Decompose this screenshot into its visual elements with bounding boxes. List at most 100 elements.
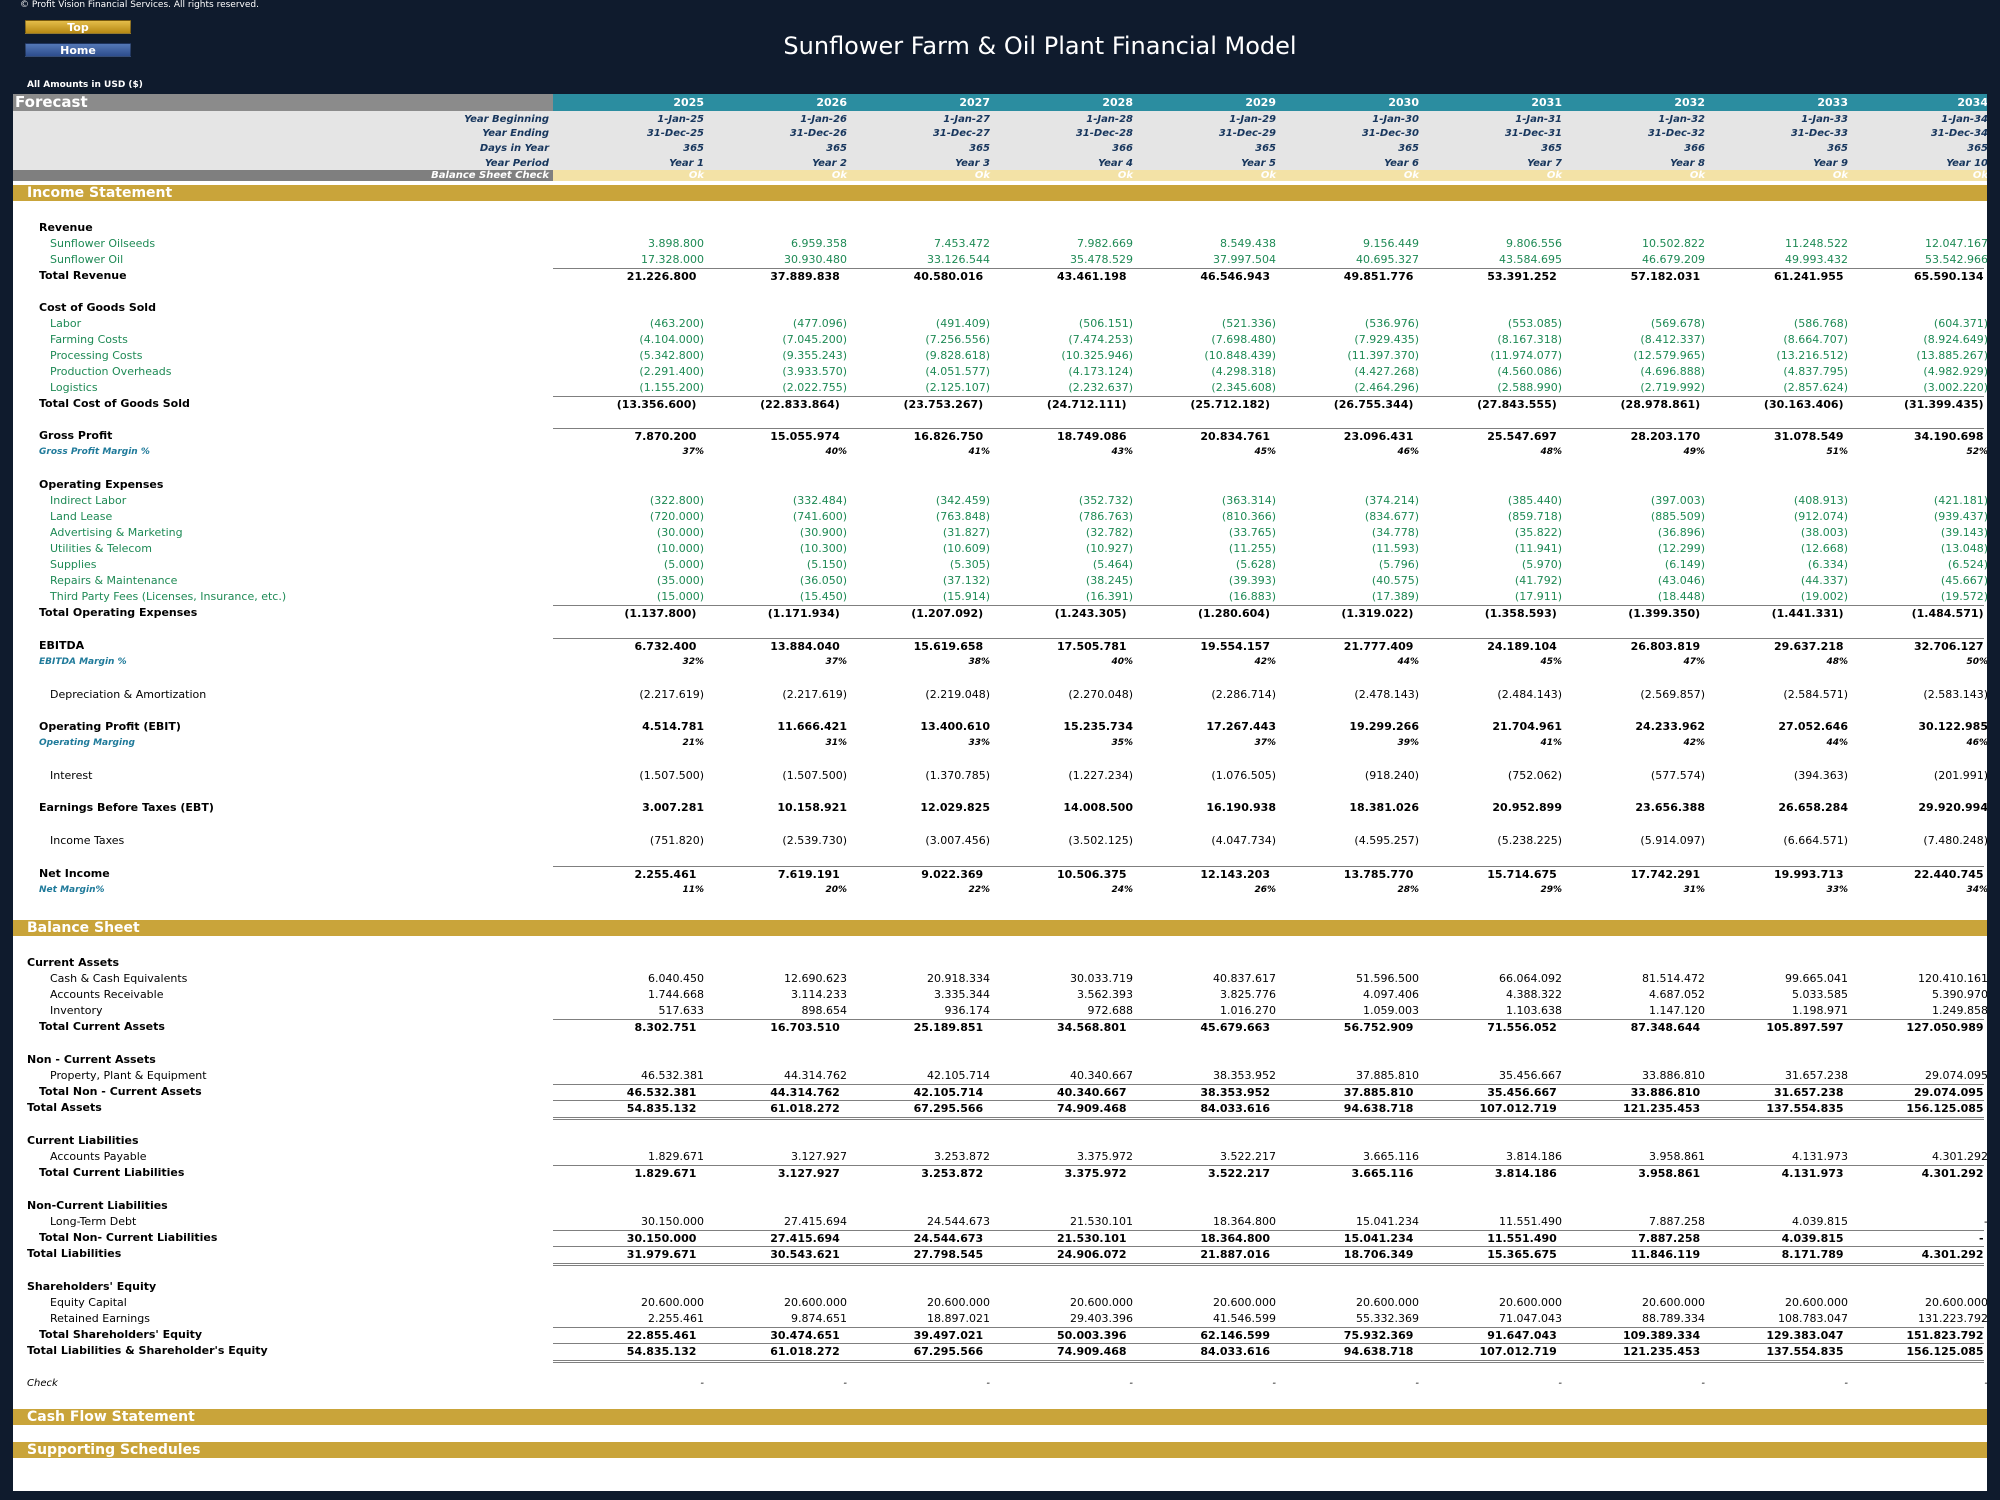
cell-value: (1.441.331) xyxy=(1700,605,1844,622)
cell-value: 8.302.751 xyxy=(553,1019,697,1036)
cell-value: 32.706.127 xyxy=(1843,638,1984,655)
cell-value: 4.039.815 xyxy=(1700,1230,1844,1247)
labor-row: Labor (463.200) (477.096) (491.409) (506.151… xyxy=(13,316,1987,332)
cell-value: (31.399.435) xyxy=(1843,396,1984,413)
row-label: Third Party Fees (Licenses, Insurance, e… xyxy=(50,590,287,603)
cell-value: 53.542.966 xyxy=(1925,253,1987,266)
cell-value: 129.383.047 xyxy=(1700,1327,1844,1344)
cell-value: 50.003.396 xyxy=(983,1327,1127,1344)
cell-value: 67.295.566 xyxy=(839,1343,984,1363)
cogs-header: Cost of Goods Sold xyxy=(13,300,1987,316)
row-label: Total Non- Current Liabilities xyxy=(39,1231,218,1244)
cell-value: 15.041.234 xyxy=(1270,1230,1414,1247)
production-overheads-row: Production Overheads (2.291.400) (3.933.57… xyxy=(13,364,1987,380)
row-label: Total Liabilities & Shareholder's Equity xyxy=(27,1344,268,1357)
third-party-fees-row: Third Party Fees (Licenses, Insurance, e… xyxy=(13,589,1987,605)
cell-value: 33.886.810 xyxy=(1556,1084,1701,1101)
row-label: Total Revenue xyxy=(39,269,127,282)
cell-value: 11.551.490 xyxy=(1413,1230,1557,1247)
cell-value: 30.122.985 xyxy=(1918,720,1987,733)
ebitda-row: EBITDA 6.732.400 13.884.040 15.619.658 17.50… xyxy=(13,638,1987,654)
cell-value: 3.665.116 xyxy=(1270,1165,1414,1182)
row-label: Inventory xyxy=(50,1004,103,1017)
section-supporting-schedules[interactable]: Supporting Schedules xyxy=(13,1442,1987,1458)
row-label: Total Cost of Goods Sold xyxy=(39,397,190,410)
row-label: Gross Profit Margin % xyxy=(39,447,150,457)
total-liabilities-equity-row: Total Liabilities & Shareholder's Equity… xyxy=(13,1343,1987,1363)
cell-value: (13.356.600) xyxy=(553,396,697,413)
shareholders-equity-header: Shareholders' Equity xyxy=(13,1279,1987,1295)
cell-value: 6.732.400 xyxy=(553,638,697,655)
row-label: Advertising & Marketing xyxy=(50,526,183,539)
cell-value: 57.182.031 xyxy=(1556,268,1701,285)
cell-value: 109.389.334 xyxy=(1556,1327,1701,1344)
cell-value: 61.018.272 xyxy=(696,1343,840,1363)
cell-value: 20.834.761 xyxy=(1126,428,1270,445)
cell-value: 365 xyxy=(1967,143,1987,154)
home-button[interactable]: Home xyxy=(25,43,131,57)
cell-value: 16.826.750 xyxy=(839,428,984,445)
cell-value: 37.885.810 xyxy=(1270,1084,1414,1101)
total-equity-row: Total Shareholders' Equity 22.855.461 30.4… xyxy=(13,1327,1987,1343)
row-label: Revenue xyxy=(39,221,93,234)
total-non-current-assets-row: Total Non - Current Assets 46.532.381 44.3… xyxy=(13,1084,1987,1100)
row-label: Total Operating Expenses xyxy=(39,606,198,619)
accounts-payable-row: Accounts Payable 1.829.671 3.127.927 3.253.… xyxy=(13,1149,1987,1165)
total-assets-row: Total Assets 54.835.132 61.018.272 67.295.5… xyxy=(13,1100,1987,1120)
cell-value: 9.022.369 xyxy=(839,866,984,883)
cell-value: 21.530.101 xyxy=(983,1230,1127,1247)
cash-row: Cash & Cash Equivalents 6.040.450 12.690.6… xyxy=(13,971,1987,987)
cell-value: 31-Dec-34 xyxy=(1930,128,1987,139)
section-income-statement[interactable]: Income Statement xyxy=(13,185,1987,201)
cell-value: (1.319.022) xyxy=(1270,605,1414,622)
row-label: EBITDA xyxy=(39,639,85,652)
cell-value: (24.712.111) xyxy=(983,396,1127,413)
row-label: Indirect Labor xyxy=(50,494,127,507)
cell-value: 4.301.292 xyxy=(1932,1150,1987,1163)
cell-value: 5.390.970 xyxy=(1932,988,1987,1001)
cell-value: (7.480.248) xyxy=(1923,834,1987,847)
row-label: Cost of Goods Sold xyxy=(39,301,156,314)
cell-value: - xyxy=(1748,1214,1987,1230)
cell-value: 39.497.021 xyxy=(839,1327,984,1344)
section-balance-sheet[interactable]: Balance Sheet xyxy=(13,920,1987,936)
cell-value: 121.235.453 xyxy=(1556,1100,1701,1120)
cell-value: (604.371) xyxy=(1933,317,1987,330)
farming-costs-row: Farming Costs (4.104.000) (7.045.200) (7.25… xyxy=(13,332,1987,348)
cell-value: 45.679.663 xyxy=(1126,1019,1270,1036)
row-label: Total Liabilities xyxy=(27,1247,122,1260)
current-liabilities-header: Current Liabilities xyxy=(13,1133,1987,1149)
cell-value: 22.440.745 xyxy=(1843,866,1984,883)
cell-value: 8.171.789 xyxy=(1700,1246,1844,1266)
cell-value: 105.897.597 xyxy=(1700,1019,1844,1036)
cell-value: 84.033.616 xyxy=(1126,1343,1270,1363)
row-label: Repairs & Maintenance xyxy=(50,574,178,587)
section-cash-flow[interactable]: Cash Flow Statement xyxy=(13,1409,1987,1425)
revenue-header: Revenue xyxy=(13,220,1987,236)
cell-value: (201.991) xyxy=(1933,769,1987,782)
cell-value: 121.235.453 xyxy=(1556,1343,1701,1363)
cell-value: 19.554.157 xyxy=(1126,638,1270,655)
cell-value: (45.667) xyxy=(1940,574,1987,587)
cell-value: 26.803.819 xyxy=(1556,638,1701,655)
cell-value: 94.638.718 xyxy=(1270,1100,1414,1120)
top-button[interactable]: Top xyxy=(25,20,131,34)
cell-value: (1.280.604) xyxy=(1126,605,1270,622)
cell-value: 18.749.086 xyxy=(983,428,1127,445)
income-taxes-row: Income Taxes (751.820) (2.539.730) (3.007.4… xyxy=(13,833,1987,849)
cell-value: 34.190.698 xyxy=(1843,428,1984,445)
cell-value: 24.189.104 xyxy=(1413,638,1557,655)
cell-value: 13.785.770 xyxy=(1270,866,1414,883)
ebitda-margin-row: EBITDA Margin % 32% 37% 38% 40% 42% 44% 45% 47% 4… xyxy=(13,654,1987,670)
cell-value: (1.484.571) xyxy=(1843,605,1984,622)
row-label: Processing Costs xyxy=(50,349,143,362)
cell-value: 30.543.621 xyxy=(696,1246,840,1266)
cell-value: 120.410.161 xyxy=(1918,972,1987,985)
cell-value: 94.638.718 xyxy=(1270,1343,1414,1363)
row-label: Operating Expenses xyxy=(39,478,164,491)
total-revenue-row: Total Revenue 21.226.800 37.889.838 40.580.… xyxy=(13,268,1987,284)
meta-row: Year Beginning 1-Jan-25 1-Jan-26 1-Jan-27 1-… xyxy=(13,113,1987,126)
cell-value: (30.163.406) xyxy=(1700,396,1844,413)
cell-value: (1.399.350) xyxy=(1556,605,1701,622)
cell-value: 3.375.972 xyxy=(983,1165,1127,1182)
